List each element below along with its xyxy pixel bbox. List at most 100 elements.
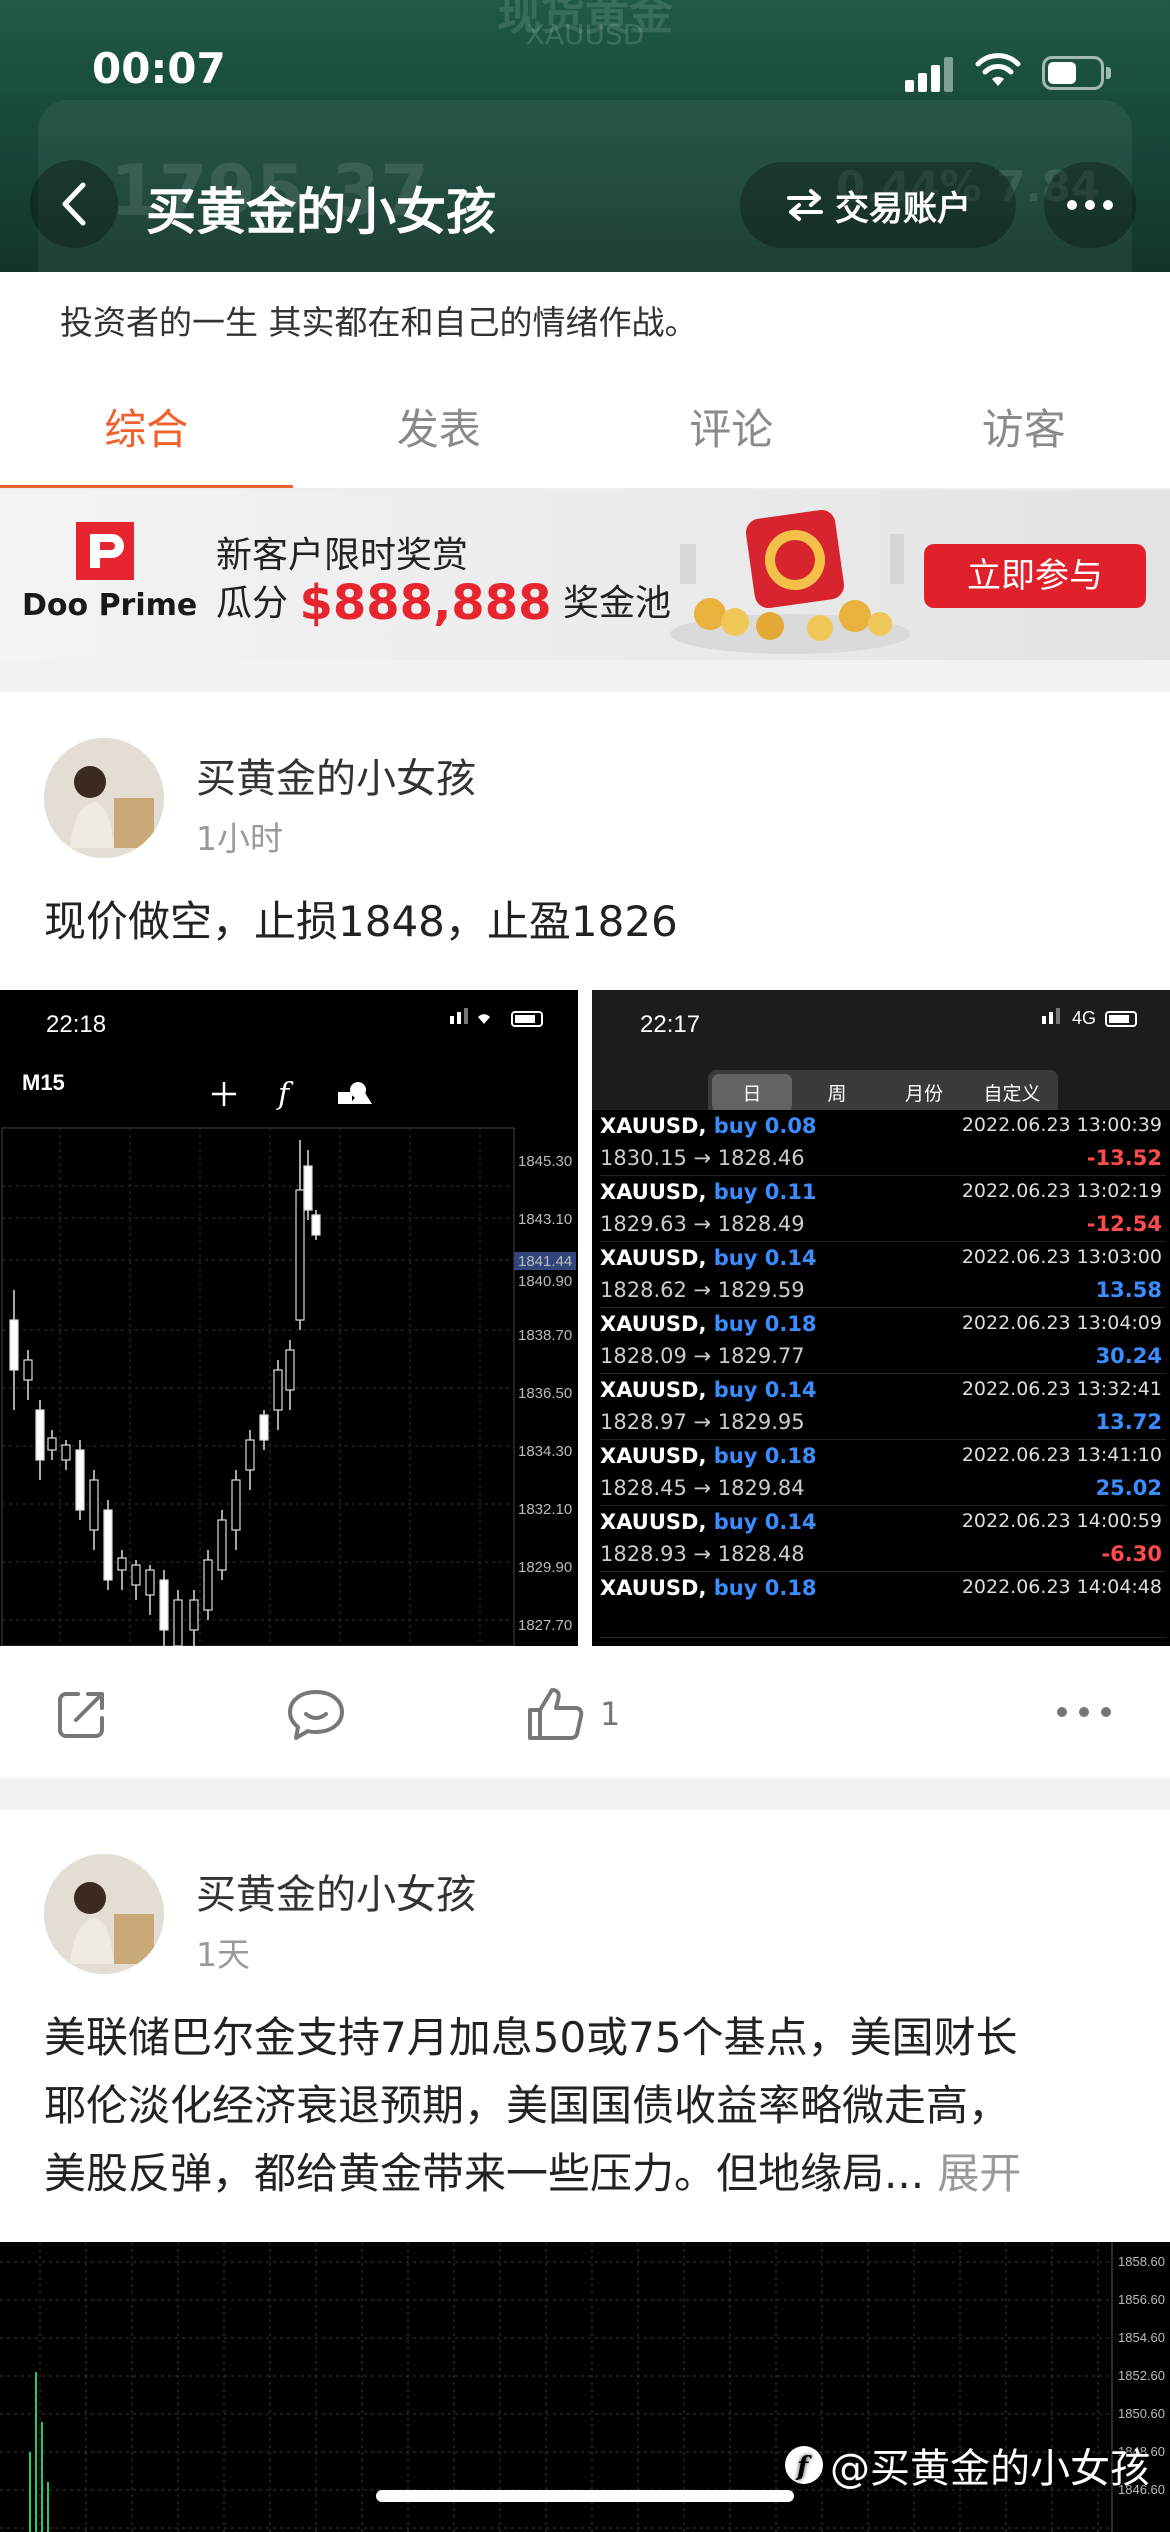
trade-row[interactable]: XAUUSD, buy 0.18 2022.06.23 13:04:09 1828.… [600, 1308, 1166, 1374]
price-label: 1834.30 [518, 1443, 572, 1460]
expand-link[interactable]: 展开 [937, 2149, 1021, 2198]
trade-datetime: 2022.06.23 13:00:39 [961, 1114, 1162, 1136]
post-image-history[interactable]: 22:17 4G 日 周 月份 自定义 XAUUSD, buy 0.08 2022… [592, 990, 1170, 1646]
post-text[interactable]: 现价做空，止损1848，止盈1826 [44, 888, 678, 956]
chart-timeframe: M15 [22, 1070, 65, 1095]
post-image-chart[interactable]: 22:18 M15 f 1845.30 1843.10 1841.44 1840.90… [0, 990, 578, 1646]
candle-body [173, 1599, 183, 1646]
chart-shot-time: 22:18 [46, 1011, 106, 1038]
watermark: f @买黄金的小女孩 [784, 2436, 1150, 2494]
profile-header: 现货黄金 XAUUSD 1795.37 0.44% 7.84 00:07 买黄金… [0, 0, 1170, 272]
post-time: 1小时 [196, 819, 283, 858]
price-label: 1852.60 [1118, 2368, 1165, 2383]
trade-datetime: 2022.06.23 13:04:09 [961, 1312, 1162, 1334]
price-label: 1836.50 [518, 1385, 572, 1402]
trading-account-label: 交易账户 [835, 188, 971, 229]
price-label: 1856.60 [1118, 2292, 1165, 2307]
price-label: 1858.60 [1118, 2254, 1165, 2269]
candle-body [9, 1319, 19, 1371]
trade-datetime: 2022.06.23 14:00:59 [961, 1510, 1162, 1532]
candle-body [245, 1439, 255, 1471]
doo-prime-logo: Doo Prime [22, 522, 202, 632]
history-shot-time: 22:17 [640, 1011, 700, 1038]
trade-symbol: XAUUSD, buy 0.18 [600, 1444, 817, 1468]
tab-comments[interactable]: 评论 [585, 350, 878, 490]
price-label: 1832.10 [518, 1501, 572, 1518]
post-author-name[interactable]: 买黄金的小女孩 [196, 1862, 476, 1920]
back-button[interactable] [30, 160, 118, 248]
trade-side: buy 0.14 [713, 1378, 817, 1402]
chart-frame [1, 1127, 515, 1646]
profile-bio: 投资者的一生 其实都在和自己的情绪作战。 [60, 303, 698, 342]
post-author-name[interactable]: 买黄金的小女孩 [196, 746, 476, 804]
trade-symbol: XAUUSD, buy 0.18 [600, 1576, 817, 1600]
candle-body [273, 1369, 283, 1411]
trade-row[interactable]: XAUUSD, buy 0.18 2022.06.23 14:04:48 [600, 1572, 1166, 1638]
trade-symbol: XAUUSD, buy 0.14 [600, 1510, 817, 1534]
price-label: 1827.70 [518, 1617, 572, 1634]
candle-body [75, 1449, 85, 1511]
candle-body [217, 1519, 227, 1571]
price-label: 1838.70 [518, 1327, 572, 1344]
network-label: 4G [1072, 1008, 1096, 1028]
trade-row[interactable]: XAUUSD, buy 0.14 2022.06.23 13:03:00 1828.… [600, 1242, 1166, 1308]
post-more-button[interactable] [1056, 1706, 1112, 1718]
trade-symbol: XAUUSD, buy 0.18 [600, 1312, 817, 1336]
trade-datetime: 2022.06.23 13:03:00 [961, 1246, 1162, 1268]
more-dots-icon [1067, 200, 1113, 210]
trade-side: buy 0.18 [713, 1576, 817, 1600]
battery-icon [1042, 56, 1112, 90]
section-separator [0, 1778, 1170, 1810]
trade-symbol-text: XAUUSD, [600, 1114, 714, 1138]
post-text[interactable]: 美联储巴尔金支持7月加息50或75个基点，美国财长 耶伦淡化经济衰退预期，美国国… [44, 2004, 1134, 2208]
trade-row[interactable]: XAUUSD, buy 0.14 2022.06.23 14:00:59 1828.… [600, 1506, 1166, 1572]
tab-overview[interactable]: 综合 [0, 350, 293, 490]
like-button[interactable]: 1 [526, 1684, 620, 1744]
candlesticks [29, 2372, 49, 2532]
candle-body [47, 1437, 57, 1451]
more-dots-icon [1057, 1707, 1111, 1717]
price-axis-labels: 1845.30 1843.10 1841.44 1840.90 1838.70 1836.… [514, 1153, 576, 1634]
tab-posts[interactable]: 发表 [293, 350, 586, 490]
trade-row[interactable]: XAUUSD, buy 0.18 2022.06.23 13:41:10 1828.… [600, 1440, 1166, 1506]
trade-prices: 1829.63 → 1828.49 [600, 1212, 805, 1236]
promo-banner[interactable]: Doo Prime 新客户限时奖赏 瓜分 $888,888 奖金池 立即参与 [0, 490, 1170, 660]
segment-custom: 自定义 [983, 1083, 1040, 1105]
trade-datetime: 2022.06.23 13:41:10 [961, 1444, 1162, 1466]
comment-icon [288, 1690, 344, 1740]
trade-symbol: XAUUSD, buy 0.14 [600, 1246, 817, 1270]
trade-prices: 1828.93 → 1828.48 [600, 1542, 805, 1566]
home-indicator[interactable] [376, 2490, 794, 2502]
trade-side: buy 0.11 [713, 1180, 817, 1204]
candle-body [295, 1189, 305, 1321]
tab-visitors[interactable]: 访客 [878, 350, 1170, 490]
thumbs-up-icon [528, 1688, 584, 1740]
trade-symbol: XAUUSD, buy 0.08 [600, 1114, 817, 1138]
cellular-signal-icon [905, 56, 957, 92]
trading-account-button[interactable]: 交易账户 [740, 162, 1016, 248]
trade-side: buy 0.18 [713, 1444, 817, 1468]
trade-datetime: 2022.06.23 13:32:41 [961, 1378, 1162, 1400]
candle-body [311, 1214, 321, 1236]
trade-profit-loss: -12.54 [1086, 1212, 1162, 1236]
trade-symbol: XAUUSD, buy 0.11 [600, 1180, 817, 1204]
like-count: 1 [600, 1695, 621, 1733]
candle-body [231, 1479, 241, 1531]
trade-row[interactable]: XAUUSD, buy 0.11 2022.06.23 13:02:19 1829.… [600, 1176, 1166, 1242]
share-icon [58, 1692, 104, 1738]
trade-row[interactable]: XAUUSD, buy 0.14 2022.06.23 13:32:41 1828.… [600, 1374, 1166, 1440]
author-avatar[interactable] [44, 1854, 164, 1974]
trade-row[interactable]: XAUUSD, buy 0.08 2022.06.23 13:00:39 1830.… [600, 1110, 1166, 1176]
status-time: 00:07 [92, 44, 226, 93]
trade-side: buy 0.14 [713, 1246, 817, 1270]
swap-icon [787, 189, 823, 221]
watermark-text: @买黄金的小女孩 [830, 2446, 1150, 2492]
share-button[interactable] [54, 1686, 110, 1742]
trade-symbol: XAUUSD, buy 0.14 [600, 1378, 817, 1402]
trade-prices: 1828.62 → 1829.59 [600, 1278, 805, 1302]
join-now-button[interactable]: 立即参与 [924, 544, 1146, 608]
author-avatar[interactable] [44, 738, 164, 858]
comment-button[interactable] [286, 1686, 346, 1742]
more-options-button[interactable] [1044, 162, 1136, 248]
segment-week: 周 [827, 1083, 846, 1105]
